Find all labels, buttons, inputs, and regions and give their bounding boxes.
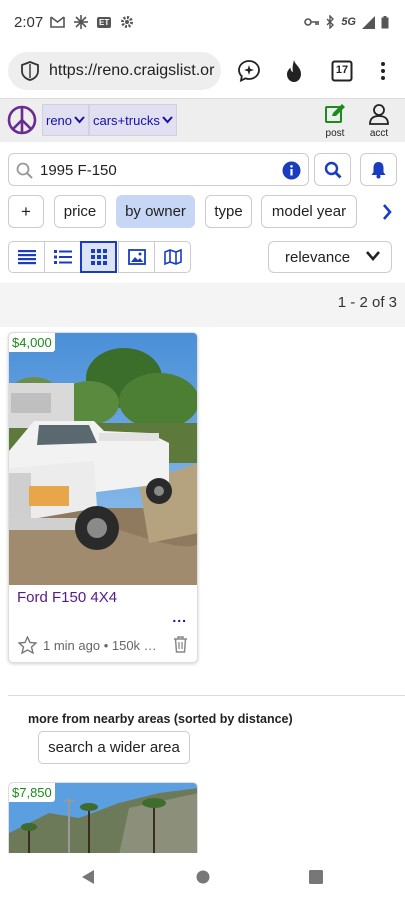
listing-card[interactable]: $7,850 — [8, 782, 198, 854]
results-summary: 1 - 2 of 3 — [0, 283, 405, 327]
recents-icon[interactable] — [309, 870, 323, 884]
status-time: 2:07 — [14, 14, 44, 31]
save-search-alert-button[interactable] — [360, 153, 397, 186]
bluetooth-icon — [326, 15, 335, 29]
bulleted-list-icon — [53, 250, 72, 264]
preview-view-button[interactable] — [44, 241, 81, 273]
site-info-icon[interactable] — [20, 61, 40, 81]
person-icon — [369, 104, 389, 125]
search-button[interactable] — [314, 153, 351, 186]
chevron-down-icon — [366, 251, 380, 261]
listing-photo[interactable] — [9, 333, 198, 585]
star-favorite-icon[interactable] — [18, 636, 37, 654]
search-query[interactable]: 1995 F-150 — [40, 162, 117, 179]
search-wider-area-button[interactable]: search a wider area — [38, 731, 190, 764]
et-icon: ET — [97, 16, 112, 28]
category-label: cars+trucks — [93, 112, 160, 128]
post-label: post — [325, 128, 345, 139]
nearby-areas-heading: more from nearby areas (sorted by distan… — [28, 712, 293, 726]
post-button[interactable]: post — [324, 103, 346, 139]
bell-icon — [371, 161, 386, 178]
network-label: 5G — [341, 16, 356, 28]
filter-price[interactable]: price — [54, 195, 106, 228]
chat-sparkle-icon — [238, 60, 260, 83]
pinwheel-icon — [74, 15, 88, 29]
battery-icon — [381, 15, 389, 28]
home-icon[interactable] — [196, 870, 210, 884]
search-input[interactable]: 1995 F-150 — [8, 153, 309, 186]
key-icon — [304, 18, 320, 26]
search-icon — [324, 161, 341, 178]
listing-title[interactable]: Ford F150 4X4 — [17, 589, 117, 606]
grid-view-button[interactable] — [80, 241, 117, 273]
flame-icon — [287, 60, 301, 82]
fire-button[interactable] — [280, 57, 308, 85]
gallery-view-button[interactable] — [118, 241, 155, 273]
map-view-button[interactable] — [154, 241, 191, 273]
result-count: 1 - 2 of 3 — [337, 294, 397, 311]
listing-card[interactable]: $4,000 Ford F150 4X4 ... 1 min ago • 150… — [8, 332, 198, 663]
grid-icon — [90, 249, 107, 265]
info-icon[interactable] — [282, 161, 301, 180]
browser-menu-button[interactable] — [369, 57, 397, 85]
back-icon[interactable] — [81, 869, 95, 885]
chevron-down-icon — [74, 116, 85, 124]
filters-scroll-right-button[interactable] — [368, 195, 405, 228]
category-selector[interactable]: cars+trucks — [89, 104, 177, 136]
account-button[interactable]: acct — [368, 103, 390, 139]
location-label: reno — [46, 112, 73, 128]
listing-price: $7,850 — [9, 783, 55, 802]
image-icon — [127, 249, 146, 265]
listing-more-button[interactable]: ... — [172, 609, 187, 625]
tab-count: 17 — [335, 64, 349, 76]
chat-assistant-button[interactable] — [235, 57, 263, 85]
listing-meta: 1 min ago • 150k … — [43, 637, 157, 653]
site-header: reno cars+trucks post acct — [0, 98, 405, 142]
chevron-down-icon — [162, 116, 173, 124]
sort-select[interactable]: relevance — [268, 241, 392, 273]
divider — [8, 695, 405, 696]
filter-type[interactable]: type — [205, 195, 252, 228]
system-nav-bar — [0, 853, 405, 900]
filter-by-owner[interactable]: by owner — [116, 195, 195, 228]
settings-icon — [121, 16, 134, 28]
acct-label: acct — [369, 128, 389, 139]
search-icon — [16, 162, 33, 179]
edit-icon — [325, 104, 345, 123]
location-selector[interactable]: reno — [42, 104, 90, 136]
map-icon — [163, 249, 182, 265]
filter-model-year[interactable]: model year — [261, 195, 357, 228]
list-icon — [17, 250, 36, 265]
sort-value: relevance — [285, 249, 351, 266]
url-text[interactable]: https://reno.craigslist.or — [49, 62, 214, 80]
add-filter-button[interactable]: + — [8, 195, 44, 228]
gmail-icon — [50, 16, 65, 28]
signal-icon — [362, 15, 375, 29]
chevron-right-icon — [382, 203, 392, 220]
tab-switcher-button[interactable]: 17 — [328, 57, 356, 85]
status-bar: 2:07 ET 5G — [0, 0, 405, 48]
trash-hide-icon[interactable] — [173, 636, 188, 653]
craigslist-peace-logo-icon[interactable] — [7, 105, 37, 135]
list-view-button[interactable] — [8, 241, 45, 273]
address-bar[interactable]: https://reno.craigslist.or — [8, 52, 221, 90]
listing-price: $4,000 — [9, 333, 55, 352]
kebab-menu-icon — [381, 62, 385, 80]
